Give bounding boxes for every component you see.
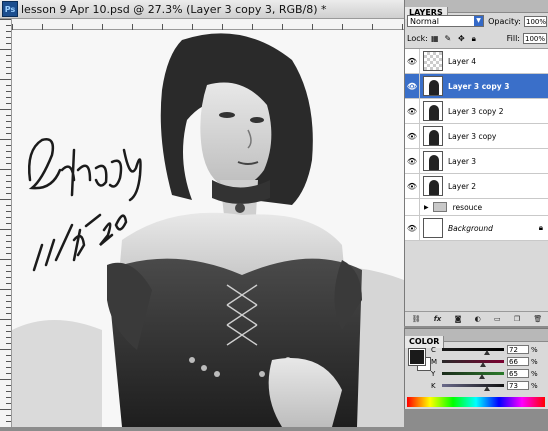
opacity-input[interactable]: 100% [523, 15, 547, 27]
layer-thumbnail [423, 218, 443, 238]
layer-name: Background [448, 223, 493, 233]
document-title-bar[interactable]: Ps lesson 9 Apr 10.psd @ 27.3% (Layer 3 … [0, 0, 404, 19]
folder-icon [432, 202, 447, 212]
cyan-slider-row: C 72 % [431, 344, 547, 355]
layer-row[interactable]: 👁︎ Layer 3 copy [405, 124, 548, 149]
folder-icon[interactable]: ▭ [494, 315, 501, 323]
adjustment-icon[interactable]: ◐ [475, 315, 481, 323]
document-window: Ps lesson 9 Apr 10.psd @ 27.3% (Layer 3 … [0, 0, 404, 427]
fill-label: Fill: [506, 33, 520, 43]
slider-knob[interactable] [483, 350, 490, 355]
percent-unit: % [531, 345, 538, 354]
slider-knob[interactable] [479, 374, 486, 379]
chevron-down-icon: ▼ [474, 16, 484, 26]
layer-row[interactable]: 👁︎ Layer 3 [405, 149, 548, 174]
layer-name: Layer 3 copy 3 [448, 81, 510, 91]
layer-group-row[interactable]: ▶ resouce [405, 199, 548, 216]
visibility-eye-icon[interactable]: 👁︎ [405, 216, 420, 240]
blend-opacity-row: Normal ▼ Opacity: 100% [407, 14, 547, 28]
color-tab-bar: COLOR [405, 329, 548, 348]
layer-row[interactable]: 👁︎ Layer 3 copy 2 [405, 99, 548, 124]
visibility-eye-icon[interactable]: 👁︎ [405, 99, 420, 123]
layer-row[interactable]: 👁︎ Layer 2 [405, 174, 548, 199]
ruler-ticks-left [0, 19, 11, 422]
panel-dock-empty-area [404, 409, 548, 427]
layer-row-background[interactable]: 👁︎ Background 🔒︎ [405, 216, 548, 241]
horizontal-ruler[interactable] [12, 19, 404, 34]
channel-label: K [431, 381, 436, 390]
blend-mode-select[interactable]: Normal ▼ [407, 15, 485, 27]
layer-list: 👁︎ Layer 4 👁︎ Layer 3 copy 3 👁︎ Layer 3 … [405, 48, 548, 241]
layer-name: Layer 4 [448, 56, 477, 66]
layer-name: Layer 3 copy 2 [448, 106, 504, 116]
photoshop-app-icon: Ps [2, 1, 18, 17]
percent-unit: % [531, 369, 538, 378]
yellow-value-input[interactable]: 65 [507, 369, 529, 378]
layer-thumbnail [423, 51, 443, 71]
visibility-eye-icon[interactable]: 👁︎ [405, 74, 420, 98]
black-slider[interactable] [442, 384, 504, 391]
face-shape [200, 82, 272, 189]
painting-artwork [12, 30, 404, 427]
channel-label: C [431, 345, 436, 354]
layer-name: Layer 3 copy [448, 131, 497, 141]
foreground-color-swatch[interactable] [408, 348, 426, 366]
yellow-slider[interactable] [442, 372, 504, 379]
layer-thumbnail [423, 126, 443, 146]
magenta-slider[interactable] [442, 360, 504, 367]
layer-thumbnail [423, 176, 443, 196]
layers-footer-toolbar: ⛓ fx ◙ ◐ ▭ ❐ 🗑︎ [405, 311, 548, 326]
lock-all-icon[interactable]: 🔒︎ [472, 34, 480, 43]
channel-label: M [431, 357, 438, 366]
layers-tab-bar: LAYERS [405, 0, 548, 19]
visibility-eye-icon[interactable]: 👁︎ [405, 149, 420, 173]
lock-transparency-icon[interactable]: ▦ [431, 34, 439, 43]
vertical-ruler[interactable] [0, 19, 12, 427]
visibility-eye-icon[interactable]: 👁︎ [405, 174, 420, 198]
black-slider-row: K 73 % [431, 380, 547, 391]
fx-icon[interactable]: fx [434, 315, 442, 323]
visibility-eye-icon[interactable]: 👁︎ [405, 124, 420, 148]
lock-position-icon[interactable]: ✥ [458, 34, 466, 43]
color-spectrum-bar[interactable] [407, 397, 545, 407]
channel-label: Y [431, 369, 436, 378]
lock-icon: 🔒︎ [538, 223, 543, 232]
lock-paint-icon[interactable]: ✎ [444, 34, 452, 43]
color-panel: COLOR C 72 % M 66 % Y 65 % K 73 % [404, 328, 548, 409]
mask-icon[interactable]: ◙ [455, 315, 462, 323]
layer-name: Layer 3 [448, 156, 477, 166]
layer-thumbnail [423, 76, 443, 96]
document-title: lesson 9 Apr 10.psd @ 27.3% (Layer 3 cop… [21, 2, 327, 16]
link-icon[interactable]: ⛓ [412, 315, 421, 323]
magenta-slider-row: M 66 % [431, 356, 547, 367]
lock-fill-row: Lock: ▦ ✎ ✥ 🔒︎ Fill: 100% [407, 31, 547, 45]
yellow-slider-row: Y 65 % [431, 368, 547, 379]
layers-panel: LAYERS Normal ▼ Opacity: 100% Lock: ▦ ✎ … [404, 0, 548, 326]
layer-group-name: resouce [452, 202, 483, 212]
layer-row-selected[interactable]: 👁︎ Layer 3 copy 3 [405, 74, 548, 99]
percent-unit: % [531, 381, 538, 390]
cyan-slider[interactable] [442, 348, 504, 355]
visibility-eye-icon[interactable]: 👁︎ [405, 49, 420, 73]
lock-icons-group: ▦ ✎ ✥ 🔒︎ [428, 34, 480, 43]
blend-mode-value: Normal [410, 17, 439, 26]
trash-icon[interactable]: 🗑︎ [533, 315, 542, 323]
opacity-label: Opacity: [488, 16, 521, 26]
cyan-value-input[interactable]: 72 [507, 345, 529, 354]
document-canvas[interactable] [12, 30, 404, 427]
slider-knob[interactable] [479, 362, 486, 367]
magenta-value-input[interactable]: 66 [507, 357, 529, 366]
visibility-toggle-empty[interactable] [405, 199, 420, 215]
fill-input[interactable]: 100% [523, 32, 547, 44]
layer-name: Layer 2 [448, 181, 477, 191]
layer-row[interactable]: 👁︎ Layer 4 [405, 49, 548, 74]
black-value-input[interactable]: 73 [507, 381, 529, 390]
layer-thumbnail [423, 151, 443, 171]
layer-thumbnail [423, 101, 443, 121]
new-layer-icon[interactable]: ❐ [514, 315, 520, 323]
lock-label: Lock: [407, 33, 428, 43]
percent-unit: % [531, 357, 538, 366]
expand-triangle-icon[interactable]: ▶ [424, 204, 429, 211]
slider-knob[interactable] [484, 386, 491, 391]
